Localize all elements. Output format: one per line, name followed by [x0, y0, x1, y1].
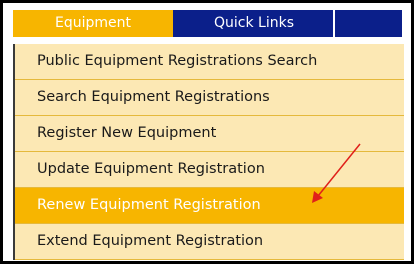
menu-item-extend-equipment-registration[interactable]: Extend Equipment Registration [15, 224, 404, 260]
menu-item-update-equipment-registration[interactable]: Update Equipment Registration [15, 152, 404, 188]
menu-item-register-new-equipment[interactable]: Register New Equipment [15, 116, 404, 152]
tab-quick-links[interactable]: Quick Links [175, 10, 335, 37]
tab-equipment[interactable]: Equipment [13, 10, 173, 37]
menu-item-search-equipment-registrations[interactable]: Search Equipment Registrations [15, 80, 404, 116]
equipment-dropdown-menu: Public Equipment Registrations Search Se… [13, 44, 404, 260]
menu-item-public-equipment-registrations-search[interactable]: Public Equipment Registrations Search [15, 44, 404, 80]
menu-item-renew-equipment-registration[interactable]: Renew Equipment Registration [15, 188, 404, 224]
